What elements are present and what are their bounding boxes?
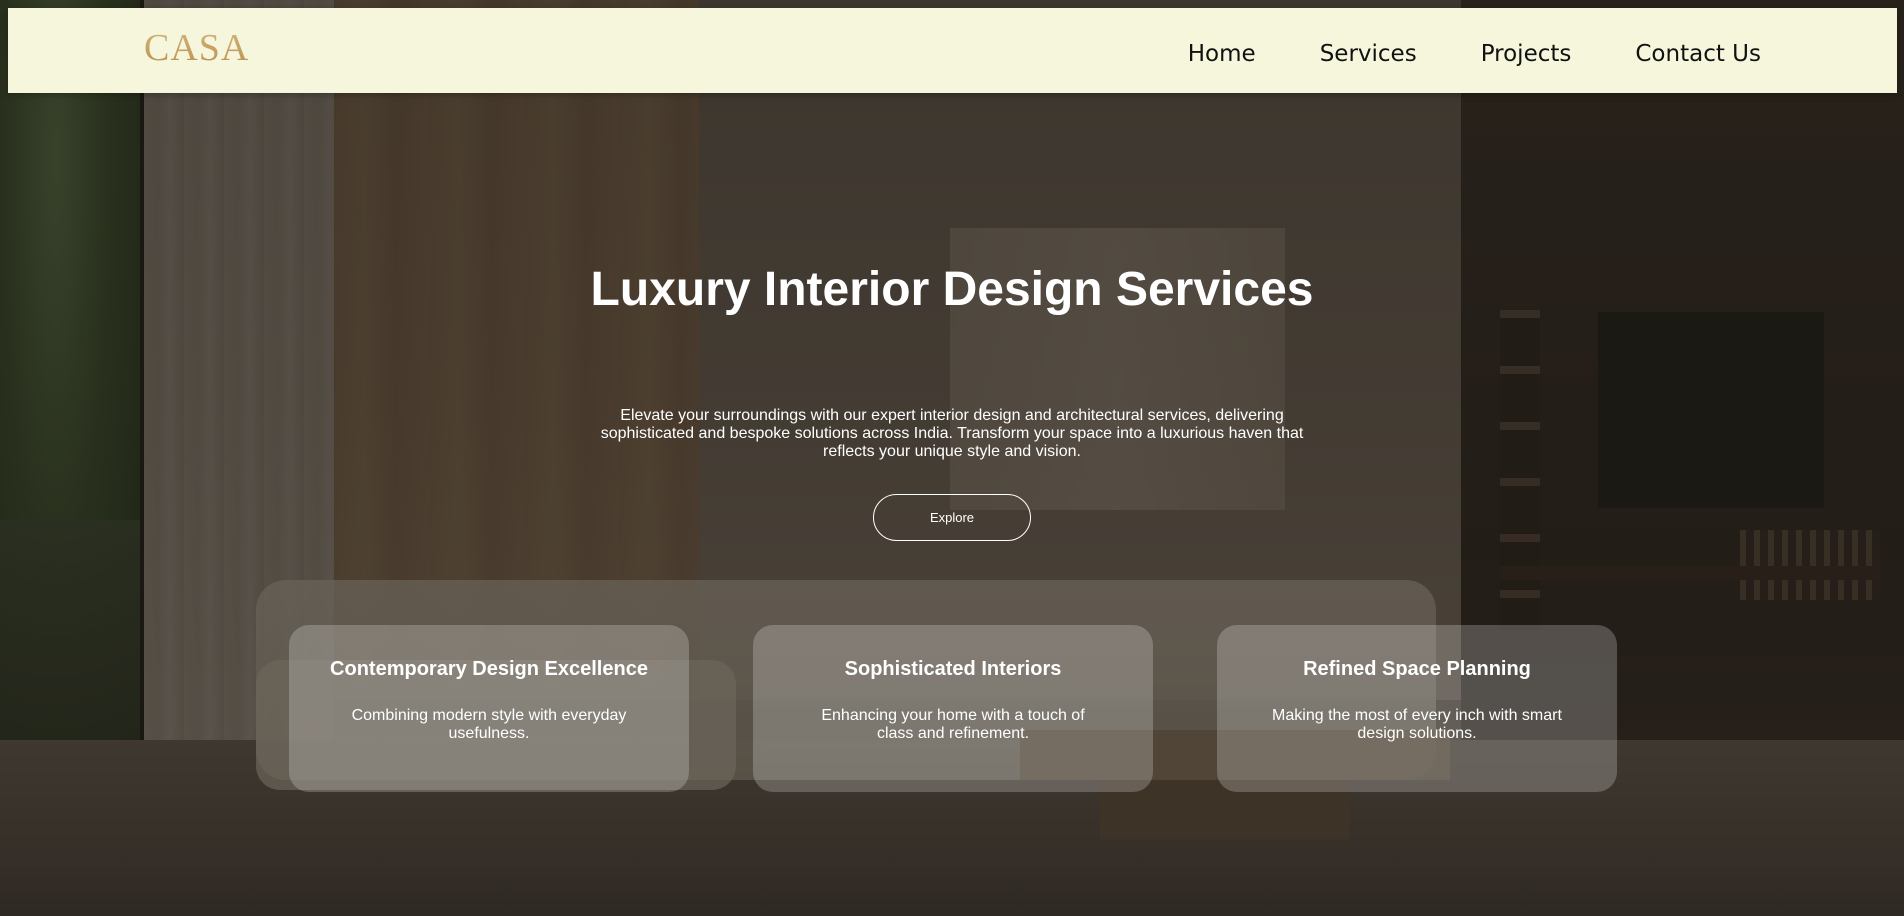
nav-link-projects[interactable]: Projects — [1481, 41, 1572, 67]
navbar: CASA Home Services Projects Contact Us — [8, 8, 1897, 93]
feature-card-description: Combining modern style with everyday use… — [351, 707, 627, 742]
hero-description: Elevate your surroundings with our exper… — [600, 407, 1304, 460]
nav-link-home[interactable]: Home — [1188, 41, 1256, 67]
feature-card-title: Refined Space Planning — [1303, 658, 1531, 680]
feature-card-contemporary-design: Contemporary Design Excellence Combining… — [289, 625, 689, 792]
feature-card-title: Contemporary Design Excellence — [330, 658, 648, 680]
nav-link-services[interactable]: Services — [1320, 41, 1417, 67]
feature-card-description: Enhancing your home with a touch of clas… — [821, 707, 1085, 742]
feature-card-description: Making the most of every inch with smart… — [1272, 707, 1562, 742]
feature-card-title: Sophisticated Interiors — [844, 658, 1062, 680]
explore-button[interactable]: Explore — [873, 494, 1031, 541]
feature-card-sophisticated-interiors: Sophisticated Interiors Enhancing your h… — [753, 625, 1153, 792]
nav-link-contact-us[interactable]: Contact Us — [1635, 41, 1761, 67]
nav-links: Home Services Projects Contact Us — [1188, 8, 1761, 93]
feature-card-space-planning: Refined Space Planning Making the most o… — [1217, 625, 1617, 792]
brand-logo[interactable]: CASA — [144, 26, 249, 70]
hero-title: Luxury Interior Design Services — [590, 263, 1314, 316]
